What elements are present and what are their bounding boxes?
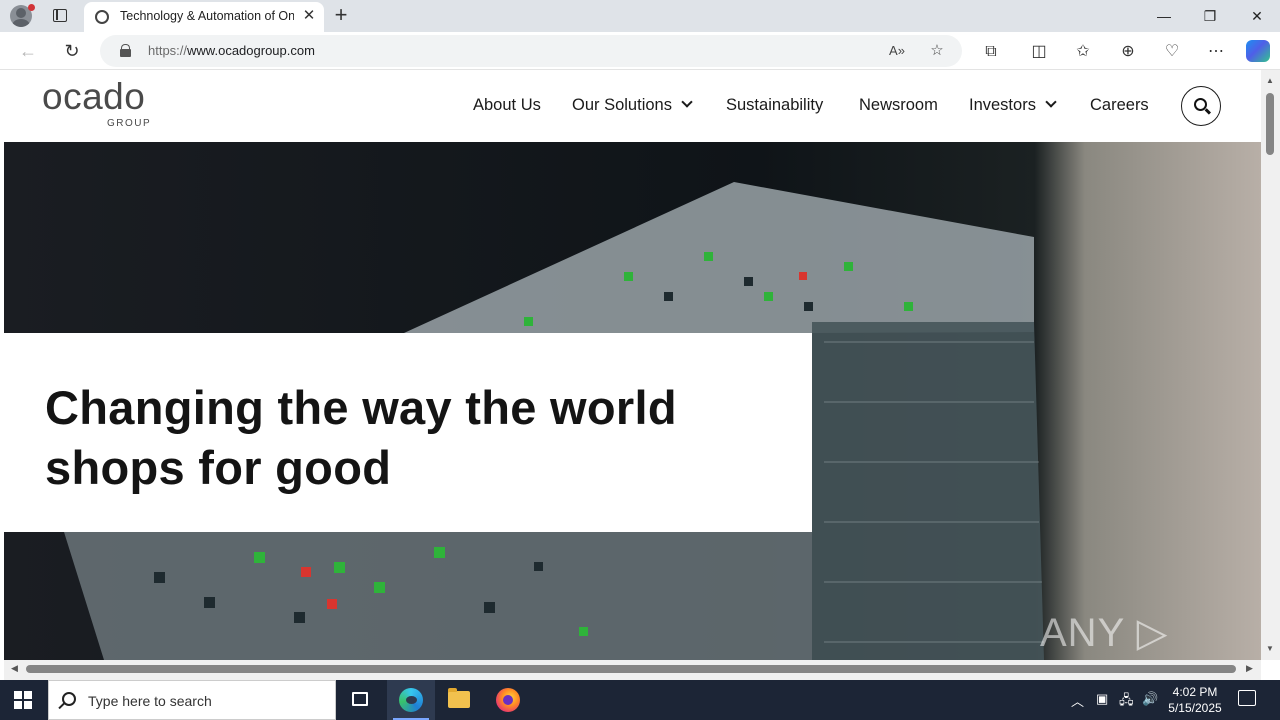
taskbar-search-box[interactable]: Type here to search	[48, 680, 336, 720]
notification-dot	[28, 4, 35, 11]
anyrun-watermark: ANY ▷ RUN	[1040, 611, 1169, 660]
windows-taskbar: Type here to search ︿ ▣ 🖧 🔊 4:02 PM 5/15…	[0, 680, 1280, 720]
split-screen-icon[interactable]: ◫	[1028, 41, 1050, 63]
hero-text-panel: Changing the way the world shops for goo…	[4, 333, 812, 532]
chevron-down-icon	[1045, 96, 1057, 108]
close-window-button[interactable]: ✕	[1245, 4, 1269, 28]
tray-device-icon[interactable]: ▣	[1096, 691, 1108, 707]
horizontal-scroll-thumb[interactable]	[26, 665, 1236, 673]
clock-time: 4:02 PM	[1172, 685, 1218, 699]
vertical-scroll-thumb[interactable]	[1266, 93, 1274, 155]
nav-careers[interactable]: Careers	[1090, 96, 1149, 115]
favorites-icon[interactable]: ✩	[1072, 41, 1094, 63]
copilot-icon[interactable]	[1246, 40, 1270, 62]
task-view-icon	[352, 692, 368, 706]
nav-our-solutions[interactable]: Our Solutions	[572, 96, 693, 115]
nav-sustainability[interactable]: Sustainability	[726, 96, 823, 115]
back-icon[interactable]: ←	[16, 40, 40, 62]
read-aloud-icon[interactable]: A»	[887, 41, 907, 61]
scroll-left-icon[interactable]: ◀	[11, 663, 18, 674]
windows-start-icon[interactable]	[14, 691, 32, 709]
taskbar-search-placeholder: Type here to search	[88, 693, 212, 709]
taskbar-clock[interactable]: 4:02 PM 5/15/2025	[1160, 684, 1230, 716]
url-text[interactable]: https://www.ocadogroup.com	[148, 43, 315, 58]
taskbar-file-explorer[interactable]	[435, 680, 483, 720]
firefox-icon	[496, 688, 520, 712]
scroll-down-icon[interactable]: ▼	[1265, 644, 1275, 653]
scroll-right-icon[interactable]: ▶	[1246, 663, 1253, 674]
refresh-icon[interactable]: ↻	[60, 40, 84, 62]
notification-center-icon[interactable]	[1238, 690, 1256, 706]
restore-button[interactable]: ❐	[1198, 4, 1222, 28]
minimize-button[interactable]: —	[1152, 4, 1176, 28]
favicon-icon	[95, 10, 109, 24]
tab-title: Technology & Automation of Online Grocer…	[120, 9, 294, 23]
taskbar-firefox[interactable]	[484, 680, 532, 720]
task-view-button[interactable]	[336, 680, 384, 720]
hero-headline: Changing the way the world shops for goo…	[45, 381, 677, 494]
nav-investors[interactable]: Investors	[969, 96, 1057, 115]
browser-essentials-icon[interactable]: ♡	[1161, 41, 1183, 63]
hero-banner: Changing the way the world shops for goo…	[4, 142, 1261, 660]
new-tab-button[interactable]: +	[330, 4, 352, 26]
browser-tab-active[interactable]: Technology & Automation of Online Grocer…	[84, 2, 324, 32]
vertical-scrollbar[interactable]: ▲ ▼	[1261, 70, 1280, 660]
taskbar-edge[interactable]	[387, 680, 435, 720]
horizontal-scrollbar[interactable]: ◀ ▶	[4, 660, 1261, 680]
lock-icon[interactable]	[120, 44, 131, 57]
page-viewport: ocado GROUP About Us Our Solutions Susta…	[4, 70, 1261, 660]
tray-chevron-up-icon[interactable]: ︿	[1071, 691, 1084, 710]
tab-actions-icon[interactable]	[50, 6, 70, 26]
close-tab-icon[interactable]: ✕	[300, 7, 318, 25]
nav-newsroom[interactable]: Newsroom	[859, 96, 938, 115]
collections-icon[interactable]: ⊕	[1117, 41, 1139, 63]
volume-icon[interactable]: 🔊	[1142, 691, 1158, 707]
site-search-button[interactable]	[1181, 86, 1221, 126]
extensions-icon[interactable]: ⧉	[980, 41, 1002, 63]
nav-about-us[interactable]: About Us	[473, 96, 541, 115]
address-bar[interactable]: https://www.ocadogroup.com A» ☆	[100, 35, 962, 67]
edge-icon	[399, 688, 423, 712]
more-menu-icon[interactable]: ⋯	[1205, 41, 1227, 63]
favorite-star-icon[interactable]: ☆	[927, 41, 947, 61]
network-icon[interactable]: 🖧	[1119, 691, 1134, 713]
scroll-up-icon[interactable]: ▲	[1265, 76, 1275, 85]
search-icon	[62, 692, 76, 706]
clock-date: 5/15/2025	[1168, 701, 1222, 715]
folder-icon	[448, 688, 470, 708]
chevron-down-icon	[681, 96, 693, 108]
browser-tab-strip: Technology & Automation of Online Grocer…	[0, 0, 1280, 32]
browser-toolbar: ← ↻ https://www.ocadogroup.com A» ☆ ⧉ ◫ …	[0, 32, 1280, 70]
site-header: ocado GROUP About Us Our Solutions Susta…	[4, 70, 1261, 142]
ocado-group-logo[interactable]: ocado GROUP	[42, 76, 172, 130]
